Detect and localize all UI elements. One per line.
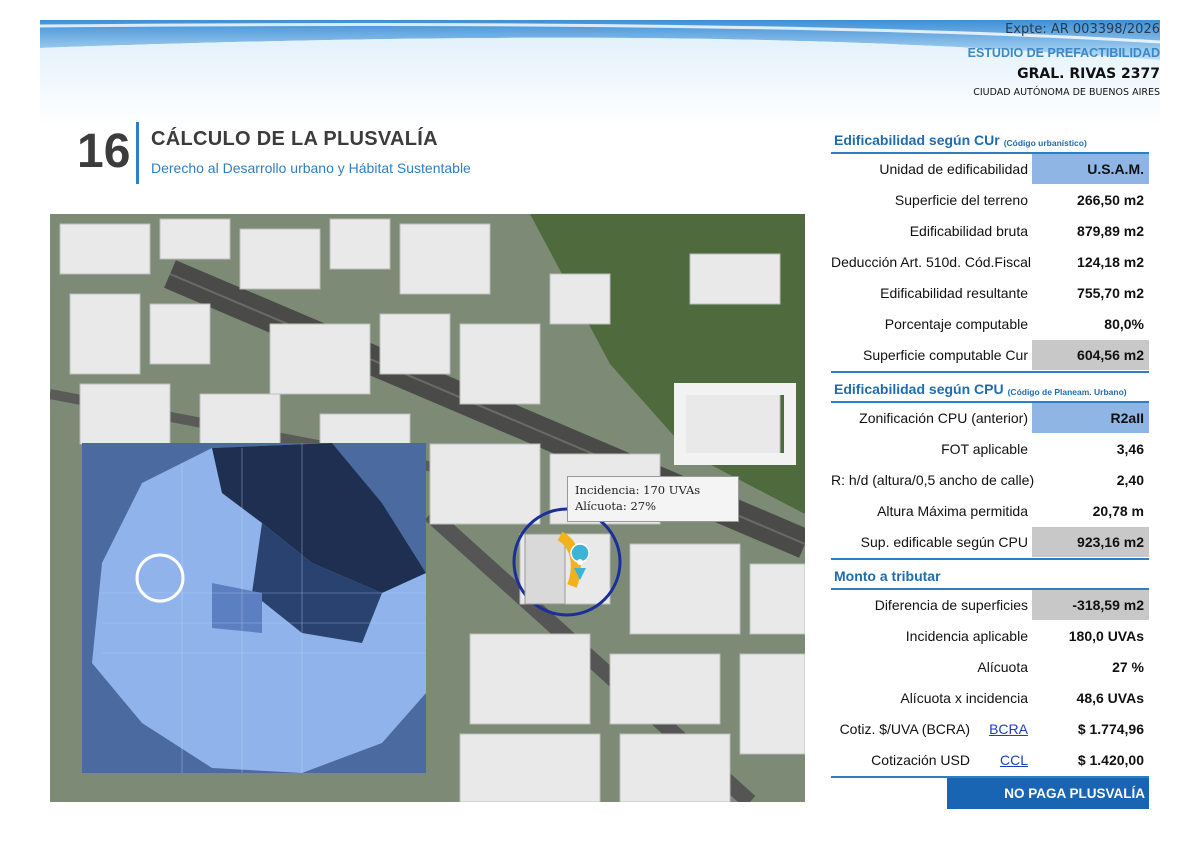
ccl-link[interactable]: CCL xyxy=(974,745,1032,775)
table-row: Alícuota 27 % xyxy=(831,652,1149,683)
row-label: FOT aplicable xyxy=(941,441,1028,457)
cur-section-note: (Código urbanístico) xyxy=(1003,138,1087,148)
table-row: Sup. edificable según CPU 923,16 m2 xyxy=(831,527,1149,558)
row-label: Unidad de edificabilidad xyxy=(879,161,1028,177)
row-label: Zonificación CPU (anterior) xyxy=(859,410,1028,426)
header-info: Expte: AR 003398/2026 ESTUDIO DE PREFACT… xyxy=(968,20,1160,100)
section-title: CÁLCULO DE LA PLUSVALÍA xyxy=(151,128,438,150)
row-value: -318,59 m2 xyxy=(1032,590,1149,620)
row-value: 27 % xyxy=(1112,659,1144,675)
row-value: 755,70 m2 xyxy=(1077,285,1144,301)
property-address: GRAL. RIVAS 2377 xyxy=(1017,66,1160,82)
table-row: Alícuota x incidencia 48,6 UVAs xyxy=(831,683,1149,714)
cur-section-title: Edificabilidad según CUr xyxy=(834,132,1000,148)
inset-map-graphic xyxy=(82,443,426,773)
table-row: Edificabilidad resultante 755,70 m2 xyxy=(831,278,1149,309)
monto-section-title: Monto a tributar xyxy=(834,568,941,584)
aerial-3d-map: Incidencia: 170 UVAs Alícuota: 27% xyxy=(50,214,805,802)
table-row: Diferencia de superficies -318,59 m2 xyxy=(831,590,1149,621)
row-value: 2,40 xyxy=(1116,472,1144,488)
table-row: Deducción Art. 510d. Cód.Fiscal 124,18 m… xyxy=(831,247,1149,278)
row-value: R2aII xyxy=(1032,403,1149,433)
bcra-link[interactable]: BCRA xyxy=(974,714,1032,744)
table-row: R: h/d (altura/0,5 ancho de calle) 2,40 xyxy=(831,465,1149,496)
row-value: 180,0 UVAs xyxy=(1068,628,1144,644)
table-row-usd-quote: Cotización USD CCL $ 1.420,00 xyxy=(831,745,1149,776)
row-label: R: h/d (altura/0,5 ancho de calle) xyxy=(831,472,1035,488)
section-subtitle: Derecho al Desarrollo urbano y Hábitat S… xyxy=(151,160,471,176)
table-row: Porcentaje computable 80,0% xyxy=(831,309,1149,340)
cpu-section-note: (Código de Planeam. Urbano) xyxy=(1007,387,1127,397)
row-label: Porcentaje computable xyxy=(884,316,1028,332)
cur-section-header: Edificabilidad según CUr (Código urbanís… xyxy=(831,124,1149,154)
result-row: NO PAGA PLUSVALÍA xyxy=(831,778,1149,809)
study-type: ESTUDIO DE PREFACTIBILIDAD xyxy=(967,46,1160,60)
incidence-callout: Incidencia: 170 UVAs Alícuota: 27% xyxy=(567,476,739,522)
table-row: Zonificación CPU (anterior) R2aII xyxy=(831,403,1149,434)
row-value: 20,78 m xyxy=(1092,503,1144,519)
row-label: Superficie del terreno xyxy=(894,192,1028,208)
row-value: 80,0% xyxy=(1104,316,1144,332)
row-value: 266,50 m2 xyxy=(1077,192,1144,208)
row-value: 923,16 m2 xyxy=(1032,527,1149,557)
row-label: Diferencia de superficies xyxy=(874,597,1028,613)
table-row: Superficie computable Cur 604,56 m2 xyxy=(831,340,1149,371)
row-label: Deducción Art. 510d. Cód.Fiscal xyxy=(831,254,1031,270)
row-label: Cotización USD xyxy=(871,752,970,768)
table-row: Unidad de edificabilidad U.S.A.M. xyxy=(831,154,1149,185)
table-row: FOT aplicable 3,46 xyxy=(831,434,1149,465)
row-label: Superficie computable Cur xyxy=(863,347,1028,363)
city-inset-map xyxy=(82,443,426,773)
callout-alicuota: Alícuota: 27% xyxy=(575,499,656,513)
row-label: Alícuota xyxy=(977,659,1028,675)
result-badge: NO PAGA PLUSVALÍA xyxy=(947,778,1149,809)
table-row: Edificabilidad bruta 879,89 m2 xyxy=(831,216,1149,247)
row-value: 48,6 UVAs xyxy=(1076,690,1144,706)
cpu-section-title: Edificabilidad según CPU xyxy=(834,381,1004,397)
section-number: 16 xyxy=(77,125,131,178)
table-row: Altura Máxima permitida 20,78 m xyxy=(831,496,1149,527)
table-row-uva-quote: Cotiz. $/UVA (BCRA) BCRA $ 1.774,96 xyxy=(831,714,1149,745)
row-label: Alícuota x incidencia xyxy=(900,690,1028,706)
row-value: 604,56 m2 xyxy=(1032,340,1149,370)
row-value: $ 1.774,96 xyxy=(1077,721,1144,737)
row-label: Incidencia aplicable xyxy=(905,628,1028,644)
section-divider xyxy=(136,122,139,184)
city-name: CIUDAD AUTÓNOMA DE BUENOS AIRES xyxy=(973,87,1160,98)
row-value: $ 1.420,00 xyxy=(1077,752,1144,768)
row-value: 3,46 xyxy=(1116,441,1144,457)
table-row: Incidencia aplicable 180,0 UVAs xyxy=(831,621,1149,652)
expediente-number: Expte: AR 003398/2026 xyxy=(1005,22,1160,37)
row-label: Altura Máxima permitida xyxy=(877,503,1028,519)
row-label: Edificabilidad bruta xyxy=(909,223,1028,239)
plusvalia-table: Edificabilidad según CUr (Código urbanís… xyxy=(831,124,1149,809)
row-label: Edificabilidad resultante xyxy=(880,285,1028,301)
table-row: Superficie del terreno 266,50 m2 xyxy=(831,185,1149,216)
row-label: Cotiz. $/UVA (BCRA) xyxy=(839,721,970,737)
monto-section-header: Monto a tributar xyxy=(831,560,1149,590)
row-label: Sup. edificable según CPU xyxy=(860,534,1028,550)
row-value: 879,89 m2 xyxy=(1077,223,1144,239)
callout-incidencia: Incidencia: 170 UVAs xyxy=(575,483,701,497)
row-value: 124,18 m2 xyxy=(1077,254,1144,270)
cpu-section-header: Edificabilidad según CPU (Código de Plan… xyxy=(831,373,1149,403)
row-value: U.S.A.M. xyxy=(1032,154,1149,184)
